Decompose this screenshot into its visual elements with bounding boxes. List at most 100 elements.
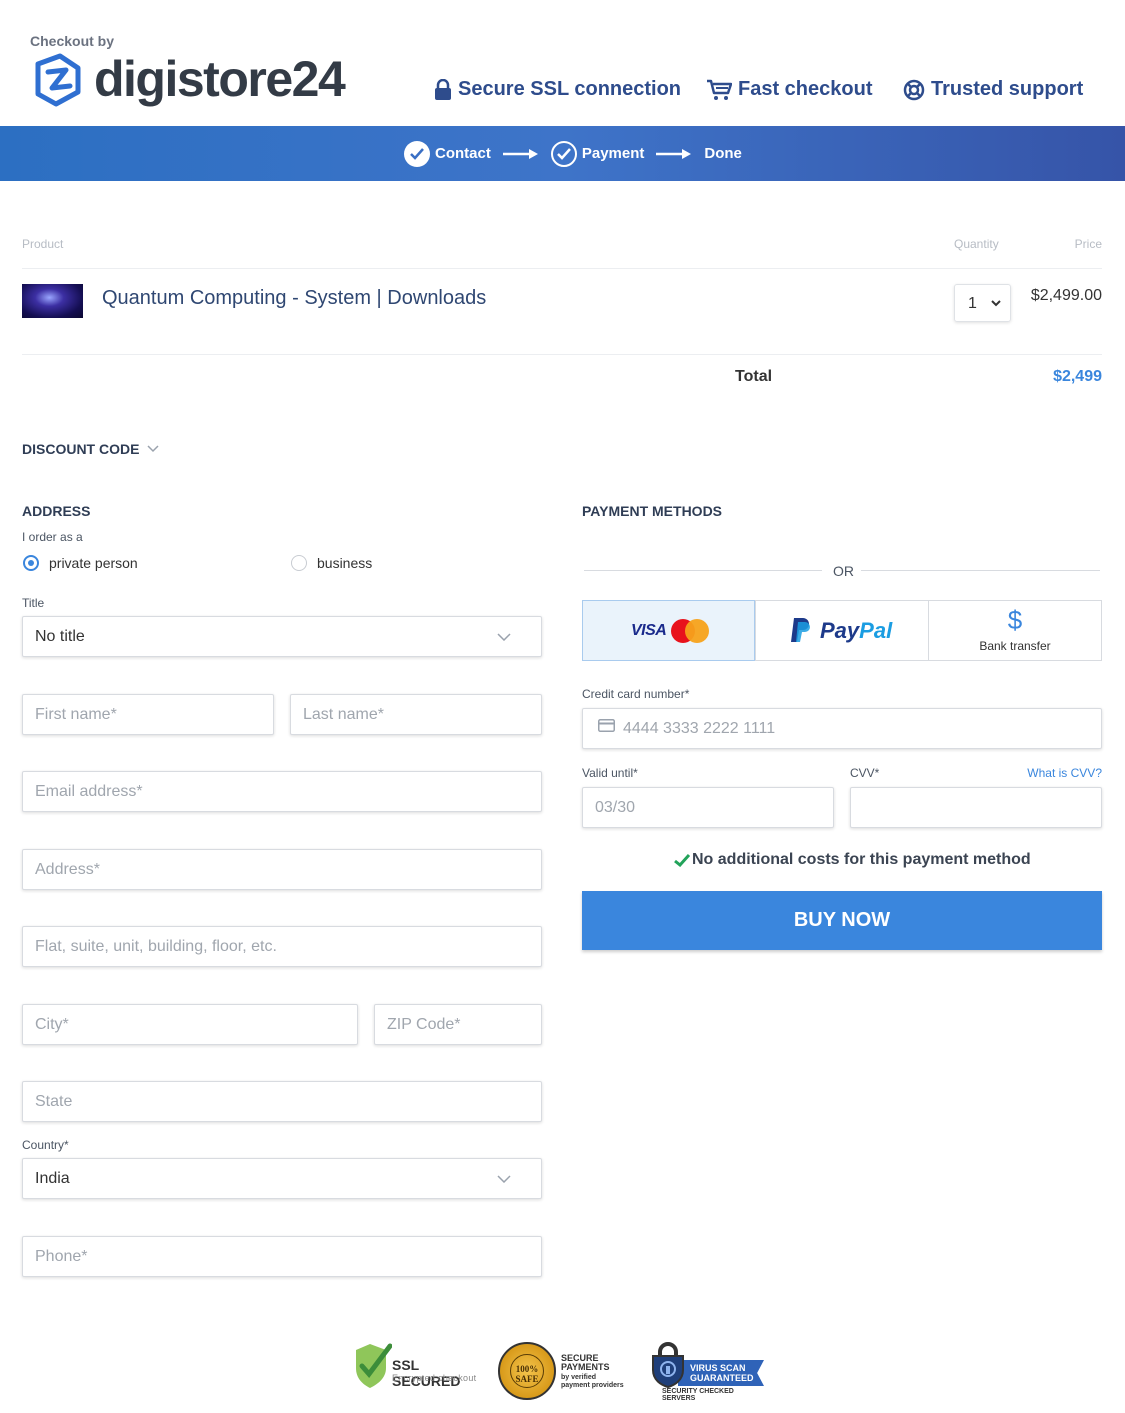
chevron-down-icon: [147, 445, 159, 453]
title-value: No title: [35, 628, 85, 645]
virus-title-line: VIRUS SCAN: [690, 1363, 746, 1373]
pay-sub-line: by verified: [561, 1374, 597, 1381]
arrow-right-icon: [656, 148, 692, 159]
visa-logo: VISA: [631, 622, 667, 639]
last-name-field[interactable]: [290, 694, 542, 735]
divider: [861, 570, 1100, 571]
address-title: ADDRESS: [22, 503, 91, 519]
divider: [22, 354, 1102, 355]
step-done: Done: [704, 145, 742, 162]
discount-code-toggle[interactable]: DISCOUNT CODE: [22, 441, 159, 457]
paypal-icon: [791, 618, 810, 642]
padlock-shield-icon: [652, 1342, 684, 1388]
country-value: India: [35, 1170, 70, 1187]
seal-text: 100% SAFE: [510, 1354, 544, 1388]
valid-until-field[interactable]: [582, 787, 834, 828]
column-header-quantity: Quantity: [954, 237, 999, 251]
or-label: OR: [833, 563, 854, 579]
check-circle-icon: [550, 140, 577, 167]
virus-scan-sub: SECURITY CHECKED SERVERS: [662, 1388, 734, 1402]
lifebuoy-icon: [903, 79, 925, 100]
payment-method-bank[interactable]: $ Bank transfer: [928, 600, 1102, 661]
city-field[interactable]: [22, 1004, 358, 1045]
address2-field[interactable]: [22, 926, 542, 967]
discount-label: DISCOUNT CODE: [22, 441, 140, 457]
total-value: $2,499: [1053, 368, 1102, 385]
paypal-logo-part: Pal: [859, 618, 893, 643]
brand-prefix: Checkout by: [30, 33, 115, 49]
email-field[interactable]: [22, 771, 542, 812]
radio-business[interactable]: business: [291, 555, 372, 571]
feature-label: Trusted support: [931, 78, 1084, 100]
product-name: Quantum Computing - System | Downloads: [102, 287, 487, 309]
what-is-cvv-link[interactable]: What is CVV?: [1027, 766, 1102, 780]
state-field[interactable]: [22, 1081, 542, 1122]
cart-icon: [707, 79, 732, 100]
safe-seal-icon: 100% SAFE: [498, 1342, 556, 1400]
virus-scan-badge: VIRUS SCAN GUARANTEED SECURITY CHECKED S…: [648, 1342, 768, 1402]
country-label: Country*: [22, 1138, 69, 1152]
credit-card-icon: [598, 719, 615, 732]
buy-now-button[interactable]: BUY NOW: [582, 891, 1102, 950]
payment-method-card[interactable]: VISA: [582, 600, 755, 661]
quantity-value: 1: [968, 295, 977, 312]
chevron-down-icon: [497, 1175, 511, 1183]
shield-check-icon: [356, 1343, 392, 1388]
phone-field[interactable]: [22, 1236, 542, 1277]
chevron-down-icon: [991, 300, 1001, 307]
radio-label: private person: [49, 555, 138, 571]
payment-method-paypal[interactable]: PayPal: [755, 600, 929, 661]
total-label: Total: [735, 368, 773, 385]
cc-number-field[interactable]: [582, 708, 1102, 749]
virus-title-line: GUARANTEED: [690, 1373, 754, 1383]
order-as-label: I order as a: [22, 530, 83, 544]
feature-ssl: Secure SSL connection: [434, 78, 681, 101]
radio-dot[interactable]: [291, 555, 307, 571]
paypal-logo-part: Pay: [820, 618, 860, 643]
dollar-icon: $: [1007, 605, 1023, 635]
feature-label: Secure SSL connection: [458, 78, 682, 100]
column-header-product: Product: [22, 237, 64, 251]
arrow-right-icon: [502, 148, 538, 159]
digistore-logo-icon: [35, 53, 81, 107]
step-contact[interactable]: Contact: [435, 145, 491, 162]
feature-fast-checkout: Fast checkout: [706, 78, 872, 101]
divider: [584, 570, 822, 571]
title-field-label: Title: [22, 596, 45, 610]
lock-icon: [435, 78, 451, 100]
cvv-field[interactable]: [850, 787, 1102, 828]
feature-label: Fast checkout: [738, 78, 873, 100]
first-name-field[interactable]: [22, 694, 274, 735]
ssl-secured-badge: SSL SECURED Encrypted checkout: [352, 1342, 487, 1392]
radio-label: business: [317, 555, 373, 571]
checkmark-icon: [674, 853, 690, 867]
ssl-subtitle: Encrypted checkout: [392, 1373, 477, 1383]
product-price: $2,499.00: [1030, 287, 1102, 304]
paypal-logo: PayPal: [820, 618, 892, 644]
chevron-down-icon: [497, 633, 511, 641]
divider: [22, 268, 1102, 269]
cc-number-label: Credit card number*: [582, 687, 690, 701]
pay-sub-line: payment providers: [561, 1382, 624, 1389]
radio-dot[interactable]: [23, 555, 39, 571]
secure-payments-title: SECURE PAYMENTS: [561, 1354, 610, 1372]
radio-private-person[interactable]: private person: [23, 555, 138, 571]
country-select[interactable]: India: [22, 1158, 542, 1199]
address-field[interactable]: [22, 849, 542, 890]
mastercard-icon: [685, 619, 709, 643]
secure-payments-badge: 100% SAFE SECURE PAYMENTS by verified pa…: [498, 1342, 628, 1400]
checkout-steps: Contact Payment Done: [404, 140, 742, 167]
quantity-select[interactable]: 1: [954, 284, 1011, 322]
virus-scan-title: VIRUS SCAN GUARANTEED: [690, 1363, 754, 1383]
payment-methods-title: PAYMENT METHODS: [582, 503, 723, 519]
product-thumbnail: [22, 284, 83, 318]
pay-title-line: PAYMENTS: [561, 1362, 610, 1372]
zip-field[interactable]: [374, 1004, 542, 1045]
secure-payments-sub: by verified payment providers: [561, 1374, 624, 1390]
valid-until-label: Valid until*: [582, 766, 638, 780]
brand-name: digistore24: [94, 51, 346, 107]
check-circle-icon: [404, 140, 430, 167]
column-header-price: Price: [1074, 237, 1102, 251]
step-payment: Payment: [581, 145, 645, 162]
title-select[interactable]: No title: [22, 616, 542, 657]
